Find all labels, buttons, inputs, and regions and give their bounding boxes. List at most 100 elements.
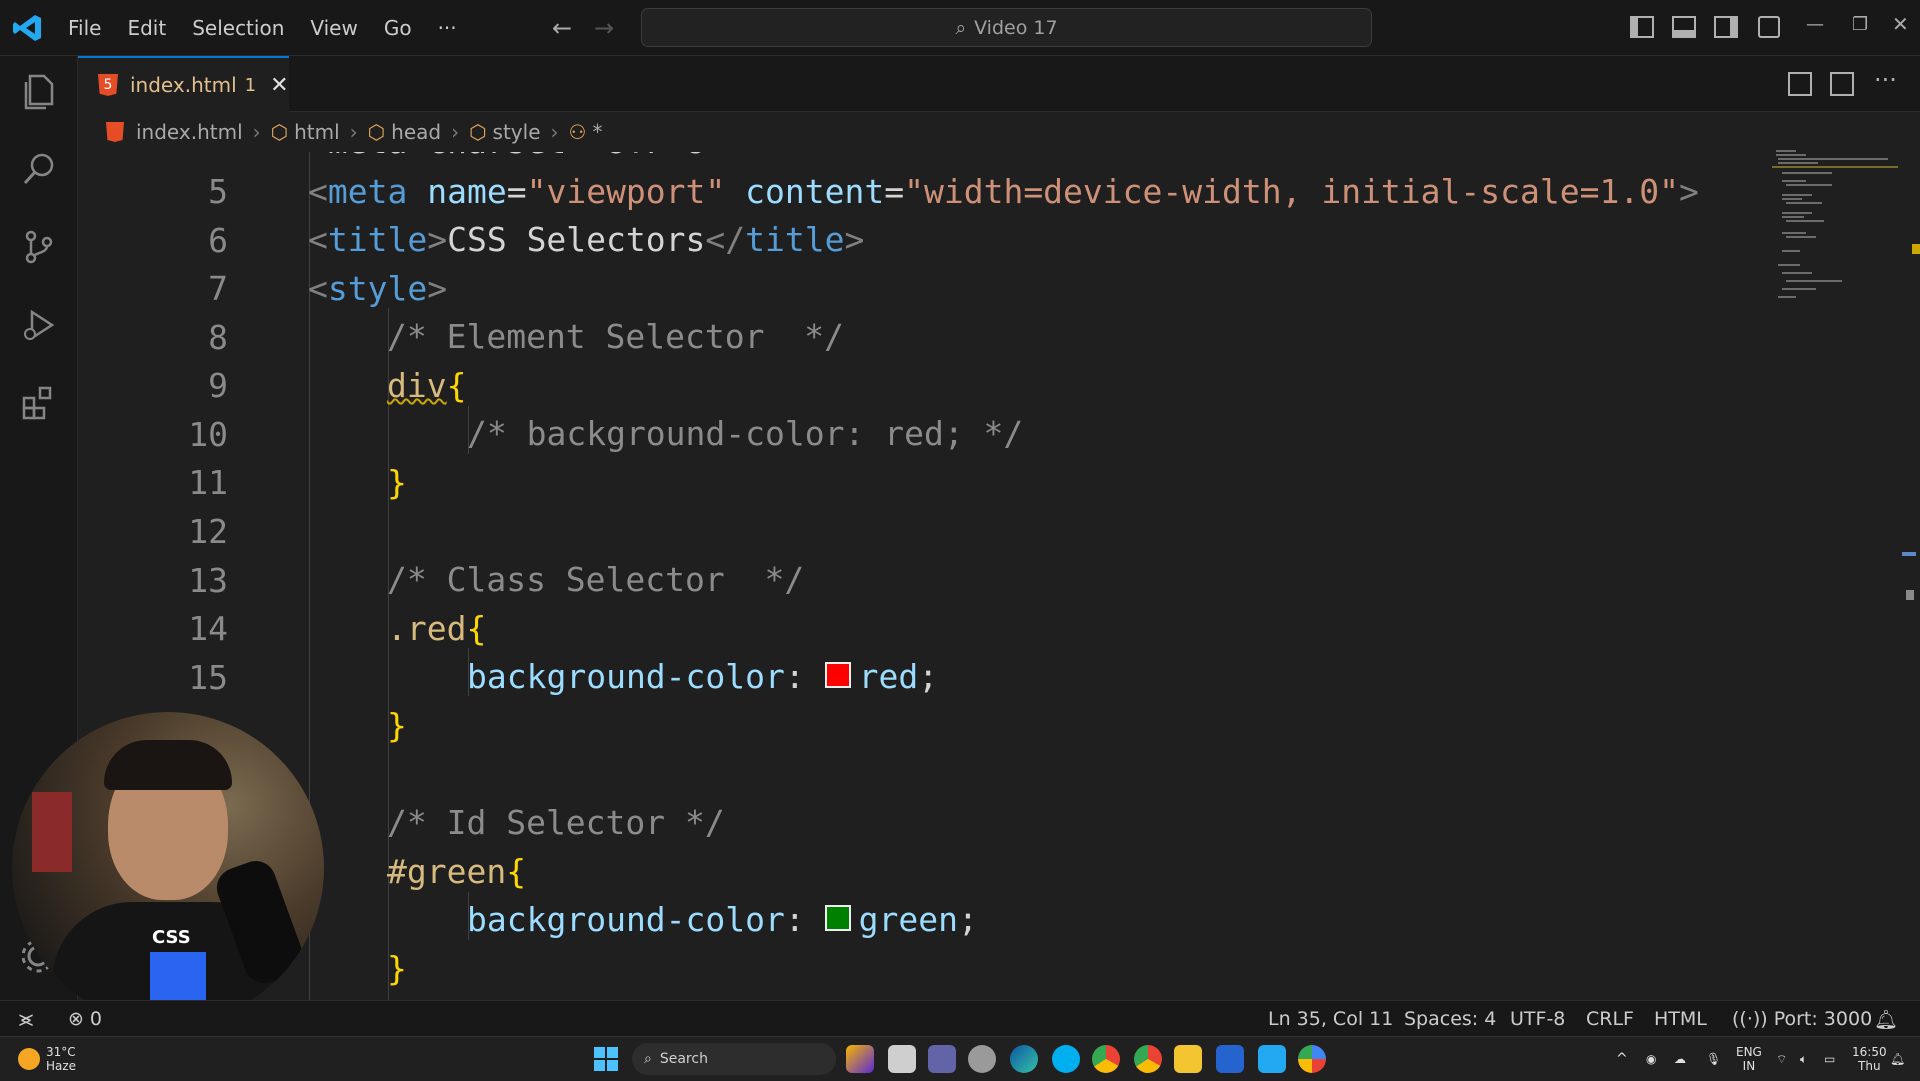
show-hidden-icons-icon[interactable]: ^ xyxy=(1616,1037,1628,1081)
explorer-icon[interactable] xyxy=(0,56,78,126)
breadcrumb-style[interactable]: style xyxy=(493,120,541,144)
element-cube-icon: ⬡ xyxy=(469,120,487,144)
customize-layout-icon[interactable] xyxy=(1758,16,1780,38)
line-number: 15 xyxy=(188,658,228,697)
close-window-icon[interactable]: ✕ xyxy=(1892,12,1909,36)
code-line-7: <style> xyxy=(308,269,448,308)
language-mode[interactable]: HTML xyxy=(1654,1001,1707,1037)
run-debug-icon[interactable] xyxy=(0,290,78,360)
code-line-9: div{ xyxy=(387,366,467,405)
lang-region: IN xyxy=(1742,1059,1756,1073)
breadcrumb-file[interactable]: index.html xyxy=(136,120,243,144)
menu-go[interactable]: Go xyxy=(384,16,412,40)
html5-file-icon xyxy=(106,122,124,142)
encoding[interactable]: UTF-8 xyxy=(1510,1001,1565,1037)
shirt-logo-icon: CSS xyxy=(152,927,191,948)
menu-selection[interactable]: Selection xyxy=(192,16,284,40)
live-server-port[interactable]: ((·)) Port: 3000 xyxy=(1732,1001,1872,1037)
cursor-position[interactable]: Ln 35, Col 11 xyxy=(1268,1001,1393,1037)
open-preview-icon[interactable] xyxy=(1788,72,1812,96)
clock[interactable]: 16:50 Thu xyxy=(1852,1037,1887,1081)
file-explorer-icon[interactable] xyxy=(1174,1045,1202,1073)
source-control-icon[interactable] xyxy=(0,212,78,282)
tab-close-icon[interactable]: ✕ xyxy=(270,73,288,98)
presenter-hair xyxy=(104,740,232,790)
menu-view[interactable]: View xyxy=(310,16,357,40)
search-icon: ⌕ xyxy=(644,1051,652,1067)
toggle-primary-sidebar-icon[interactable] xyxy=(1630,16,1654,38)
windows-start-icon[interactable] xyxy=(594,1047,618,1071)
tray-app-icon[interactable]: ◉ xyxy=(1646,1037,1656,1081)
clock-time: 16:50 xyxy=(1852,1045,1887,1059)
teams-app-icon[interactable] xyxy=(928,1045,956,1073)
weather-desc: Haze xyxy=(46,1059,77,1073)
command-center-search[interactable]: ⌕ Video 17 xyxy=(641,8,1372,47)
indentation[interactable]: Spaces: 4 xyxy=(1404,1001,1496,1037)
breadcrumb-selector[interactable]: * xyxy=(592,120,602,144)
more-actions-icon[interactable]: ··· xyxy=(1874,66,1897,94)
chrome-dev-icon[interactable] xyxy=(1298,1045,1326,1073)
breadcrumb-head[interactable]: head xyxy=(391,120,441,144)
menu-file[interactable]: File xyxy=(68,16,101,40)
chrome-browser-icon[interactable] xyxy=(1092,1045,1120,1073)
status-bar: ⪤ ⊗ 0 Ln 35, Col 11 Spaces: 4 UTF-8 CRLF… xyxy=(0,1000,1920,1037)
code-line-18: /* Id Selector */ xyxy=(387,803,725,842)
problems-indicator[interactable]: ⊗ 0 xyxy=(68,1001,102,1037)
tab-index-html[interactable]: 5 index.html 1 ✕ xyxy=(78,56,289,112)
nav-back-icon[interactable]: ← xyxy=(552,14,572,42)
code-editor[interactable]: <meta charset="UTF-8"> 5 6 7 8 9 10 11 1… xyxy=(78,152,1920,1000)
settings-app-icon[interactable] xyxy=(968,1045,996,1073)
minimize-icon[interactable]: — xyxy=(1806,14,1824,35)
minimap[interactable] xyxy=(1772,140,1902,330)
nav-forward-icon[interactable]: → xyxy=(594,14,614,42)
widgets-app-icon[interactable] xyxy=(846,1045,874,1073)
battery-icon[interactable]: ▭ xyxy=(1824,1037,1835,1081)
search-label: Video 17 xyxy=(974,16,1058,39)
title-bar: File Edit Selection View Go ··· ← → ⌕ Vi… xyxy=(0,0,1920,56)
restore-icon[interactable]: ❐ xyxy=(1852,14,1868,35)
extensions-icon[interactable] xyxy=(0,368,78,438)
vscode-taskbar-icon[interactable] xyxy=(1258,1045,1286,1073)
onedrive-icon[interactable]: ☁ xyxy=(1674,1037,1686,1081)
edge-browser-icon[interactable] xyxy=(1010,1045,1038,1073)
chevron-right-icon: › xyxy=(252,120,261,144)
background-poster xyxy=(32,792,72,872)
line-number: 10 xyxy=(188,415,228,454)
toggle-panel-icon[interactable] xyxy=(1672,16,1696,38)
remote-indicator-icon[interactable]: ⪤ xyxy=(0,1001,52,1037)
search-icon: ⌕ xyxy=(955,16,967,39)
breadcrumb-html[interactable]: html xyxy=(294,120,340,144)
chevron-right-icon: › xyxy=(451,120,460,144)
port-label: Port: 3000 xyxy=(1773,1008,1873,1030)
line-number: 8 xyxy=(208,318,228,357)
wifi-icon[interactable]: ⌔ xyxy=(1776,1037,1787,1081)
notifications-bell-icon[interactable]: 🔔︎ xyxy=(1874,1001,1898,1037)
code-line-8: /* Element Selector */ xyxy=(387,317,844,356)
search-view-icon[interactable] xyxy=(0,134,78,204)
toggle-secondary-sidebar-icon[interactable] xyxy=(1714,16,1738,38)
taskbar-search[interactable]: ⌕ Search xyxy=(632,1043,836,1075)
volume-icon[interactable]: 🔈︎ xyxy=(1800,1037,1807,1081)
error-count: 0 xyxy=(89,1008,103,1030)
notification-center-icon[interactable]: 🔔︎ xyxy=(1890,1037,1905,1081)
task-view-icon[interactable] xyxy=(888,1045,916,1073)
microphone-icon[interactable]: 🎙︎ xyxy=(1706,1037,1721,1081)
line-number: 9 xyxy=(208,366,228,405)
skype-app-icon[interactable] xyxy=(1052,1045,1080,1073)
menu-more[interactable]: ··· xyxy=(438,16,457,40)
color-swatch-red[interactable] xyxy=(824,661,851,688)
todo-app-icon[interactable] xyxy=(1216,1045,1244,1073)
element-cube-icon: ⬡ xyxy=(367,120,386,144)
input-language[interactable]: ENG IN xyxy=(1736,1037,1762,1081)
menu-edit[interactable]: Edit xyxy=(127,16,166,40)
code-line-16: } xyxy=(387,706,407,745)
split-editor-icon[interactable] xyxy=(1830,72,1854,96)
color-swatch-green[interactable] xyxy=(824,904,851,931)
weather-widget[interactable]: 31°C Haze xyxy=(18,1037,76,1081)
code-line-20: background-color: green; xyxy=(467,900,978,939)
line-number: 13 xyxy=(188,561,228,600)
chrome-profile-icon[interactable] xyxy=(1134,1045,1162,1073)
end-of-line[interactable]: CRLF xyxy=(1586,1001,1634,1037)
weather-haze-icon xyxy=(18,1048,40,1070)
editor-tab-bar: 5 index.html 1 ✕ ··· xyxy=(78,56,1920,112)
